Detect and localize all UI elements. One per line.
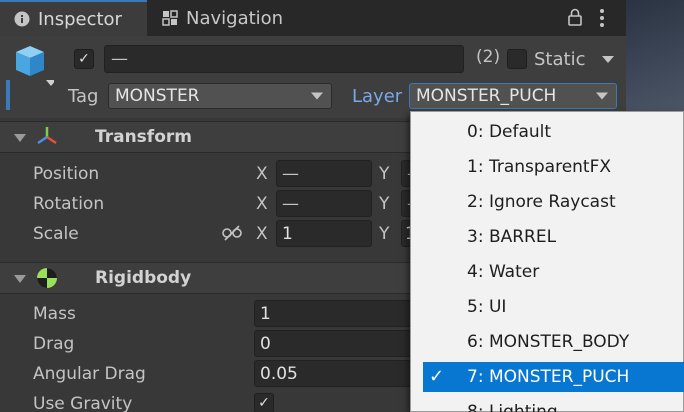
info-icon	[14, 11, 30, 27]
tag-dropdown[interactable]: MONSTER	[108, 83, 332, 109]
active-checkbox[interactable]: ✓	[74, 49, 94, 69]
static-label: Static	[534, 49, 586, 70]
gameobject-cube-icon[interactable]	[14, 44, 56, 95]
layer-menu-item[interactable]: 6: MONSTER_BODY	[423, 327, 684, 357]
object-count: (2)	[476, 47, 501, 67]
layer-label: Layer	[352, 86, 403, 107]
lock-icon[interactable]	[568, 8, 582, 31]
tab-navigation-label: Navigation	[186, 7, 284, 29]
navigation-icon	[162, 10, 178, 26]
rotation-x-field[interactable]: —	[276, 190, 372, 217]
position-x-field[interactable]: —	[276, 160, 372, 187]
static-dropdown-arrow-icon[interactable]	[602, 56, 614, 63]
transform-icon	[36, 126, 58, 153]
layer-popup-menu: 0: Default 1: TransparentFX 2: Ignore Ra…	[410, 111, 684, 412]
kebab-menu-icon[interactable]	[598, 8, 606, 33]
use-gravity-checkbox[interactable]: ✓	[254, 393, 274, 412]
tag-label: Tag	[68, 86, 99, 107]
rotation-label: Rotation	[33, 194, 105, 214]
layer-menu-item-selected[interactable]: ✓ 7: MONSTER_PUCH	[423, 362, 684, 392]
drag-label: Drag	[33, 334, 75, 354]
transform-title: Transform	[95, 127, 192, 147]
scale-label: Scale	[33, 224, 79, 244]
use-gravity-label: Use Gravity	[33, 394, 133, 412]
rigidbody-icon	[36, 267, 58, 294]
static-checkbox[interactable]	[507, 49, 527, 69]
scale-x-label[interactable]: X	[256, 224, 268, 244]
layer-menu-item[interactable]: 0: Default	[423, 117, 684, 147]
unlinked-scale-icon[interactable]	[222, 224, 242, 247]
header-accent-bar	[6, 80, 10, 110]
angular-drag-label: Angular Drag	[33, 364, 146, 384]
scale-y-label[interactable]: Y	[379, 224, 389, 244]
tag-dropdown-value: MONSTER	[115, 86, 200, 106]
foldout-arrow-icon[interactable]	[14, 275, 26, 283]
drag-field[interactable]: 0	[254, 330, 422, 357]
position-label: Position	[33, 164, 100, 184]
chevron-down-icon	[596, 92, 608, 100]
rigidbody-title: Rigidbody	[95, 268, 192, 288]
layer-dropdown[interactable]: MONSTER_PUCH	[409, 83, 617, 109]
rotation-x-label[interactable]: X	[256, 194, 268, 214]
scale-x-field[interactable]: 1	[276, 220, 372, 247]
layer-dropdown-value: MONSTER_PUCH	[416, 86, 557, 106]
position-x-label[interactable]: X	[256, 164, 268, 184]
layer-menu-item[interactable]: 8: Lighting	[423, 397, 684, 412]
rotation-y-label[interactable]: Y	[379, 194, 389, 214]
checkmark-icon: ✓	[429, 366, 445, 387]
mass-field[interactable]: 1	[254, 300, 422, 327]
layer-menu-item[interactable]: 1: TransparentFX	[423, 152, 684, 182]
tab-navigation[interactable]: Navigation	[150, 0, 310, 36]
name-field[interactable]: —	[104, 45, 464, 73]
angular-drag-field[interactable]: 0.05	[254, 360, 422, 387]
layer-menu-item[interactable]: 4: Water	[423, 257, 684, 287]
layer-menu-item[interactable]: 3: BARREL	[423, 222, 684, 252]
layer-menu-item[interactable]: 2: Ignore Raycast	[423, 187, 684, 217]
layer-menu-item[interactable]: 5: UI	[423, 292, 684, 322]
chevron-down-icon	[311, 92, 323, 100]
tab-inspector[interactable]: Inspector	[0, 0, 147, 36]
mass-label: Mass	[33, 304, 76, 324]
tab-inspector-label: Inspector	[38, 8, 122, 30]
position-y-label[interactable]: Y	[379, 164, 389, 184]
foldout-arrow-icon[interactable]	[14, 134, 26, 142]
